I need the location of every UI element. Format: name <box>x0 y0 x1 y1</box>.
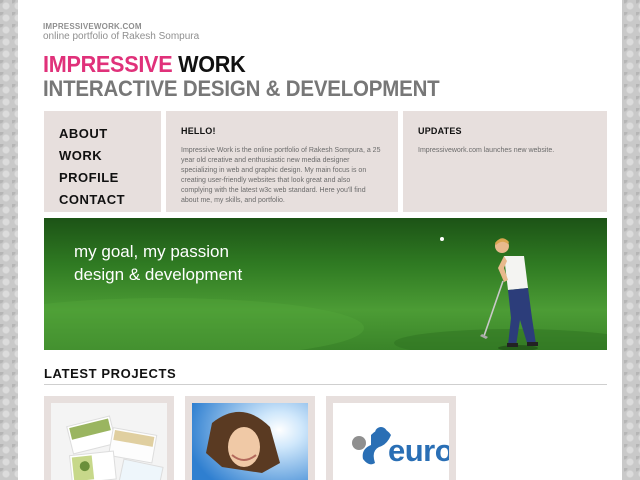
headline-title: IMPRESSIVE WORK <box>43 52 444 77</box>
nav-item-contact[interactable]: CONTACT <box>59 189 161 211</box>
golf-ball-icon <box>440 237 444 241</box>
europe-logo-text: europe <box>388 433 449 469</box>
business-cards-image <box>51 403 167 480</box>
golfer-image <box>480 238 538 350</box>
main-nav: ABOUT WORK PROFILE CONTACT <box>44 111 161 212</box>
site-tagline: online portfolio of Rakesh Sompura <box>43 31 200 42</box>
project-card-europe-logo[interactable]: europe <box>326 396 456 480</box>
section-divider <box>44 384 607 385</box>
banner-line-2: design & development <box>74 265 243 284</box>
project-thumbnail <box>51 403 167 480</box>
nav-item-about[interactable]: ABOUT <box>59 123 161 145</box>
europe-logo-blue-text: euro <box>388 433 449 468</box>
updates-text: Impressivework.com launches new website. <box>418 147 555 154</box>
headline-subtitle: INTERACTIVE DESIGN & DEVELOPMENT <box>43 76 440 101</box>
project-card-business-cards[interactable] <box>44 396 174 480</box>
site-name[interactable]: IMPRESSIVEWORK.COM <box>43 22 199 31</box>
latest-projects-title: LATEST PROJECTS <box>44 366 177 381</box>
project-card-woman-sky[interactable] <box>185 396 315 480</box>
hero-banner: my goal, my passion design & development <box>44 218 607 350</box>
banner-text: my goal, my passion design & development <box>74 240 242 286</box>
hello-panel: HELLO! Impressive Work is the online por… <box>166 111 398 212</box>
nav-item-work[interactable]: WORK <box>59 145 161 167</box>
page-container: IMPRESSIVEWORK.COM online portfolio of R… <box>18 0 622 480</box>
project-thumbnail: europe <box>333 403 449 480</box>
hello-title: HELLO! <box>181 126 216 136</box>
updates-panel: UPDATES Impressivework.com launches new … <box>403 111 607 212</box>
banner-line-1: my goal, my passion <box>74 242 229 261</box>
page-headline: IMPRESSIVE WORK INTERACTIVE DESIGN & DEV… <box>43 52 469 101</box>
updates-title: UPDATES <box>418 126 462 136</box>
woman-sky-image <box>192 403 308 480</box>
nav-item-profile[interactable]: PROFILE <box>59 167 161 189</box>
hello-text: Impressive Work is the online portfolio … <box>181 147 381 204</box>
headline-word-work: WORK <box>178 51 246 77</box>
project-thumbnail <box>192 403 308 480</box>
site-header: IMPRESSIVEWORK.COM online portfolio of R… <box>43 22 199 42</box>
headline-word-impressive: IMPRESSIVE <box>43 51 173 77</box>
